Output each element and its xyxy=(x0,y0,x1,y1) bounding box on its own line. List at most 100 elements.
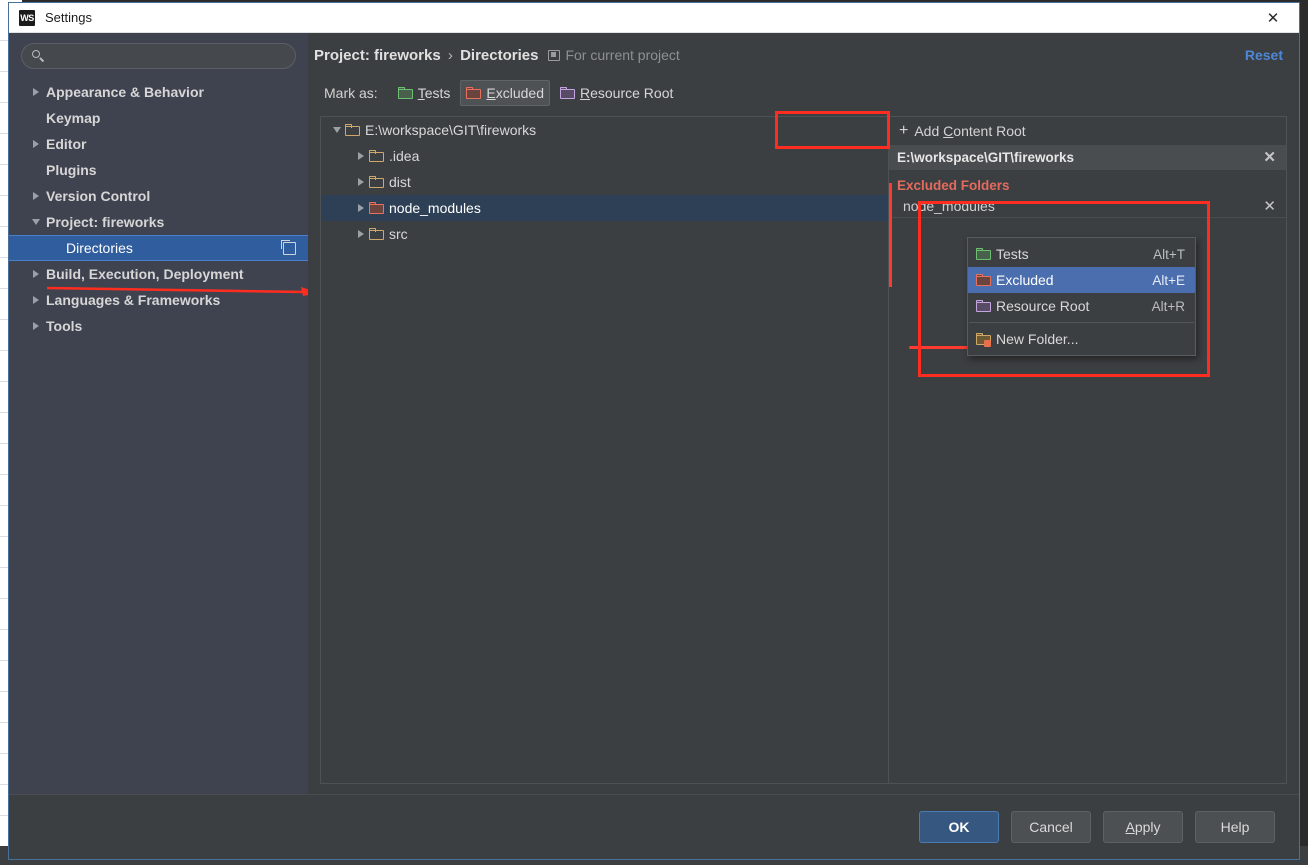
remove-content-root-icon[interactable]: ✕ xyxy=(1263,150,1276,165)
chevron-down-icon[interactable] xyxy=(329,127,345,133)
chevron-right-icon[interactable] xyxy=(29,296,43,304)
table-row[interactable]: dist xyxy=(321,169,888,195)
content-header: Project: fireworks › Directories For cur… xyxy=(308,33,1299,64)
add-content-root-mnemonic: C xyxy=(943,123,954,139)
search-wrapper xyxy=(9,33,308,75)
folder-new-icon xyxy=(976,333,991,347)
folder-resource-root-icon xyxy=(559,87,575,99)
menu-item-label: Resource Root xyxy=(996,298,1090,314)
file-tree-label: dist xyxy=(389,174,411,190)
folder-icon xyxy=(369,150,384,162)
copy-settings-icon[interactable] xyxy=(280,239,296,255)
menu-item-shortcut: Alt+R xyxy=(1151,298,1185,314)
mark-as-context-menu: Tests Alt+T Excluded Alt+E Resource Root… xyxy=(967,237,1196,356)
table-row[interactable]: E:\workspace\GIT\fireworks xyxy=(321,117,888,143)
dialog-body: Appearance & Behavior Keymap Editor Plug… xyxy=(9,33,1299,794)
chevron-right-icon[interactable] xyxy=(353,152,369,160)
apply-mnemonic: A xyxy=(1125,819,1135,835)
folder-excluded-icon xyxy=(976,274,991,286)
menu-item-shortcut: Alt+T xyxy=(1153,246,1185,262)
search-input[interactable] xyxy=(51,47,287,65)
settings-dialog: WS Settings ✕ Appearance & Behavior Keym… xyxy=(8,2,1300,860)
sidebar-item-label: Version Control xyxy=(46,188,151,204)
chevron-right-icon[interactable] xyxy=(353,178,369,186)
add-content-root-button[interactable]: + Add Content Root xyxy=(889,117,1286,145)
search-box[interactable] xyxy=(21,43,296,69)
sidebar-item-directories[interactable]: Directories xyxy=(9,235,308,261)
chevron-down-icon[interactable] xyxy=(29,219,43,225)
menu-item-excluded[interactable]: Excluded Alt+E xyxy=(968,267,1195,293)
chevron-right-icon[interactable] xyxy=(29,270,43,278)
add-content-root-label-pre: Add xyxy=(914,123,944,139)
chevron-right-icon[interactable] xyxy=(353,230,369,238)
table-row[interactable]: .idea xyxy=(321,143,888,169)
red-bar-annotation xyxy=(889,183,892,287)
mark-as-excluded-button[interactable]: Excluded xyxy=(460,80,550,106)
settings-sidebar: Appearance & Behavior Keymap Editor Plug… xyxy=(9,33,319,794)
content-root-detail-pane: + Add Content Root E:\workspace\GIT\fire… xyxy=(888,116,1287,784)
mark-as-label: Mark as: xyxy=(324,85,378,101)
chevron-right-icon[interactable] xyxy=(29,192,43,200)
dialog-title: Settings xyxy=(45,10,92,25)
sidebar-item-languages-frameworks[interactable]: Languages & Frameworks xyxy=(9,287,308,313)
mark-as-toolbar: Mark as: Tests Excluded Resource Root xyxy=(308,64,1299,106)
mark-as-tests-mnemonic: T xyxy=(417,85,425,101)
mark-as-resource-root-button[interactable]: Resource Root xyxy=(554,80,679,106)
ok-button[interactable]: OK xyxy=(919,811,999,843)
table-row[interactable]: src xyxy=(321,221,888,247)
file-tree-label: E:\workspace\GIT\fireworks xyxy=(365,122,537,138)
settings-category-tree: Appearance & Behavior Keymap Editor Plug… xyxy=(9,79,308,339)
sidebar-item-label: Project: fireworks xyxy=(46,214,165,230)
sidebar-item-editor[interactable]: Editor xyxy=(9,131,308,157)
breadcrumb-leaf: Directories xyxy=(460,47,539,64)
sidebar-item-label: Keymap xyxy=(46,110,101,126)
sidebar-item-label: Appearance & Behavior xyxy=(46,84,204,100)
folder-resource-root-icon xyxy=(976,300,991,312)
sidebar-item-label: Plugins xyxy=(46,162,97,178)
sidebar-item-appearance-behavior[interactable]: Appearance & Behavior xyxy=(9,79,308,105)
chevron-right-icon[interactable] xyxy=(29,140,43,148)
sidebar-item-keymap[interactable]: Keymap xyxy=(9,105,308,131)
dialog-titlebar: WS Settings ✕ xyxy=(9,3,1299,33)
mark-as-excluded-label: xcluded xyxy=(495,85,544,101)
menu-item-resource-root[interactable]: Resource Root Alt+R xyxy=(968,293,1195,319)
folder-excluded-icon xyxy=(369,202,384,214)
webstorm-logo-icon: WS xyxy=(19,9,35,26)
sidebar-item-version-control[interactable]: Version Control xyxy=(9,183,308,209)
cancel-button[interactable]: Cancel xyxy=(1011,811,1091,843)
table-row[interactable]: node_modules xyxy=(321,195,888,221)
chevron-right-icon[interactable] xyxy=(29,88,43,96)
mark-as-tests-button[interactable]: Tests xyxy=(392,80,457,106)
folder-tests-icon xyxy=(976,248,991,260)
apply-label: pply xyxy=(1134,819,1161,835)
mark-as-resource-root-mnemonic: R xyxy=(579,85,591,101)
mark-as-tests-label: ests xyxy=(424,85,451,101)
sidebar-item-tools[interactable]: Tools xyxy=(9,313,308,339)
content-root-file-tree: E:\workspace\GIT\fireworks .idea dist no… xyxy=(320,116,888,784)
menu-item-tests[interactable]: Tests Alt+T xyxy=(968,241,1195,267)
breadcrumb: Project: fireworks › Directories xyxy=(314,47,538,64)
search-icon xyxy=(32,49,45,63)
add-content-root-label-post: ontent Root xyxy=(953,123,1026,139)
sidebar-item-project-fireworks[interactable]: Project: fireworks xyxy=(9,209,308,235)
sidebar-item-plugins[interactable]: Plugins xyxy=(9,157,308,183)
chevron-right-icon[interactable] xyxy=(29,322,43,330)
chevron-right-icon[interactable] xyxy=(353,204,369,212)
list-item[interactable]: node_modules ✕ xyxy=(889,195,1286,218)
sidebar-item-build-execution-deployment[interactable]: Build, Execution, Deployment xyxy=(9,261,308,287)
close-icon[interactable]: ✕ xyxy=(1251,4,1295,32)
excluded-folders-title: Excluded Folders xyxy=(897,178,1010,193)
excluded-folder-name: node_modules xyxy=(903,198,995,214)
help-button[interactable]: Help xyxy=(1195,811,1275,843)
mark-as-excluded-mnemonic: E xyxy=(486,85,496,101)
file-tree-label: node_modules xyxy=(389,200,481,216)
menu-item-new-folder[interactable]: New Folder... xyxy=(968,326,1195,352)
file-tree-label: src xyxy=(389,226,408,242)
apply-button[interactable]: Apply xyxy=(1103,811,1183,843)
reset-link[interactable]: Reset xyxy=(1245,47,1283,63)
directories-split: E:\workspace\GIT\fireworks .idea dist no… xyxy=(320,116,1287,784)
sidebar-item-label: Build, Execution, Deployment xyxy=(46,266,244,282)
remove-excluded-folder-icon[interactable]: ✕ xyxy=(1263,199,1276,214)
folder-icon xyxy=(369,176,384,188)
menu-item-label: Tests xyxy=(996,246,1029,262)
